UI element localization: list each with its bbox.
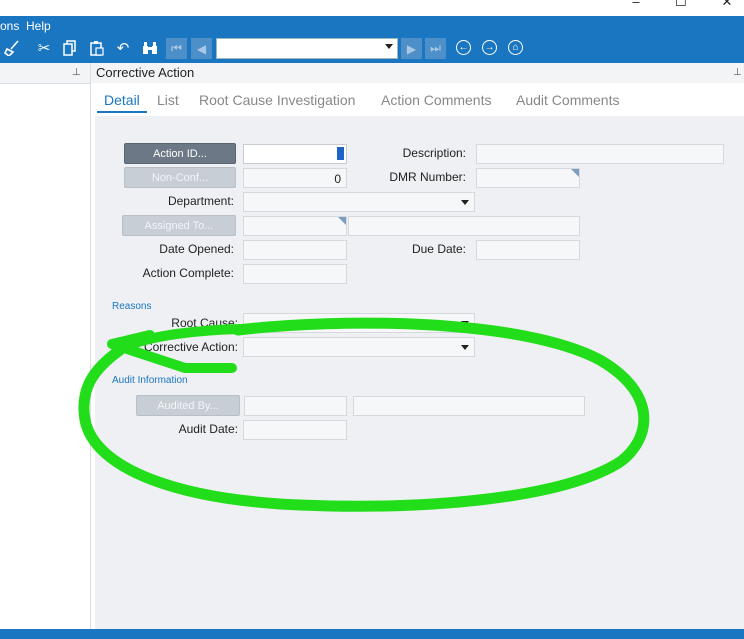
status-bar [0,629,744,639]
audit-section-title: Audit Information [112,375,188,386]
description-field[interactable] [476,144,724,164]
tab-audit-comments[interactable]: Audit Comments [516,92,619,108]
copy-icon[interactable] [60,38,80,58]
page-title: Corrective Action [96,65,195,80]
dmr-number-field[interactable] [476,168,580,188]
assigned-to-name-field [348,216,580,236]
find-binoculars-icon[interactable] [140,38,160,58]
menu-bar [0,16,744,36]
menu-item-options[interactable]: ons [0,19,19,33]
last-record-icon[interactable]: ⏭ [425,38,446,59]
dmr-number-label: DMR Number: [389,170,466,184]
chevron-down-icon[interactable] [385,44,393,49]
audited-by-field[interactable] [244,396,347,416]
audited-by-name-field [353,396,585,416]
active-tab-indicator [97,111,147,113]
back-arrow-icon[interactable]: ← [456,40,471,55]
date-opened-field[interactable] [243,240,347,260]
due-date-label: Due Date: [411,242,466,256]
audit-date-label: Audit Date: [178,422,238,436]
close-icon[interactable]: ✕ [717,0,737,10]
reasons-section-title: Reasons [112,301,152,312]
tab-root-cause-investigation[interactable]: Root Cause Investigation [199,92,355,108]
due-date-field[interactable] [476,240,580,260]
action-complete-label: Action Complete: [142,266,234,280]
next-record-icon[interactable]: ▶ [401,38,422,59]
first-record-icon[interactable]: ⏮ [166,38,187,59]
paste-icon[interactable] [87,38,107,58]
record-navigator-combo[interactable] [216,38,398,59]
description-label: Description: [402,146,466,160]
department-dropdown[interactable] [243,192,475,212]
cut-icon[interactable]: ✂ [34,38,54,58]
date-opened-label: Date Opened: [159,242,234,256]
undo-icon[interactable]: ↶ [113,38,133,58]
tab-action-comments[interactable]: Action Comments [381,92,491,108]
department-label: Department: [167,194,234,208]
tab-detail[interactable]: Detail [104,92,140,108]
non-conformance-button[interactable]: Non-Conf... [124,167,236,188]
action-id-button[interactable]: Action ID... [124,143,236,164]
corrective-action-dropdown[interactable] [243,337,475,357]
text-selection [337,147,344,160]
assigned-to-field[interactable] [243,216,347,236]
pin-icon[interactable]: ⊥ [72,67,81,78]
action-id-field[interactable]: 0 [243,144,347,164]
action-complete-field[interactable] [243,264,347,284]
clear-broom-icon[interactable] [2,38,22,58]
audit-date-field[interactable] [243,420,347,440]
previous-record-icon[interactable]: ◀ [191,38,212,59]
non-conformance-field[interactable]: 0 [243,168,347,188]
pin-icon[interactable]: ⊥ [733,67,742,78]
minimize-icon[interactable]: – [626,0,646,9]
menu-item-help[interactable]: Help [26,19,51,33]
tab-list[interactable]: List [157,92,179,108]
corrective-action-label: Corrective Action: [143,340,238,354]
audited-by-button[interactable]: Audited By... [136,395,240,416]
root-cause-dropdown[interactable] [243,313,475,333]
home-icon[interactable]: ⌂ [508,40,523,55]
forward-arrow-icon[interactable]: → [482,40,497,55]
assigned-to-button[interactable]: Assigned To... [122,215,236,236]
left-panel [0,63,91,629]
root-cause-label: Root Cause: [171,316,238,330]
maximize-icon[interactable]: ☐ [671,0,691,10]
